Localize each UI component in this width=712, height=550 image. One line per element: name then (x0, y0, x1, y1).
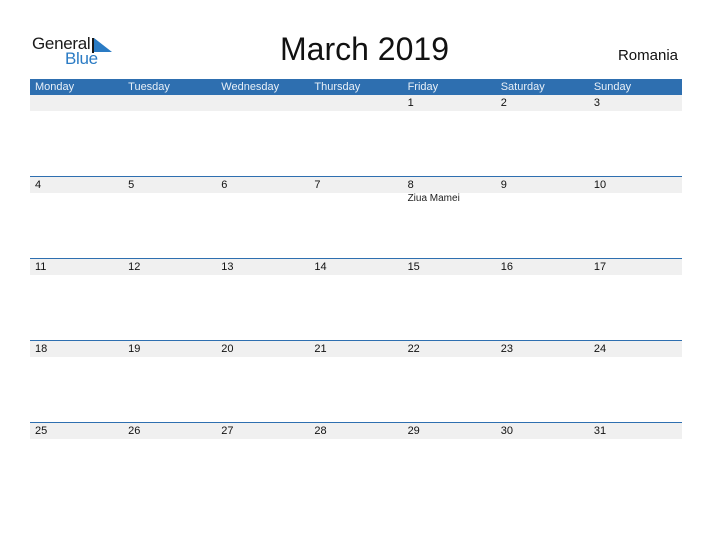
country-label: Romania (617, 47, 678, 64)
day-number: 20 (221, 343, 234, 355)
day-number: 26 (128, 425, 141, 437)
weekday-header: Monday (35, 81, 75, 93)
weekday-header: Wednesday (221, 81, 280, 93)
day-number: 15 (407, 261, 420, 273)
date-band: 18 19 20 21 22 23 24 (30, 341, 682, 357)
day-number (30, 95, 123, 111)
date-band: 4 5 6 7 8 9 10 (30, 177, 682, 193)
day-event (309, 193, 402, 205)
day-number: 21 (314, 343, 327, 355)
day-number: 13 (221, 261, 234, 273)
day-number (123, 95, 216, 111)
day-number: 31 (593, 425, 607, 437)
day-number: 17 (593, 261, 607, 273)
day-number: 7 (314, 179, 321, 191)
week-row: 18 19 20 21 22 23 24 (30, 340, 682, 422)
day-event (496, 193, 589, 205)
weekday-header: Saturday (500, 81, 545, 93)
weekday-header-row: Monday Tuesday Wednesday Thursday Friday… (30, 79, 682, 95)
day-number: 11 (35, 261, 47, 273)
day-number: 30 (500, 425, 513, 437)
day-number (309, 95, 402, 111)
day-number: 19 (128, 343, 141, 355)
weekday-header: Tuesday (128, 81, 170, 93)
day-number: 9 (500, 179, 507, 191)
day-number: 5 (128, 179, 135, 191)
day-number: 16 (500, 261, 513, 273)
week-row: 4 5 6 7 8 9 10 Ziua Mamei (30, 176, 682, 258)
day-number: 6 (221, 179, 228, 191)
day-number: 24 (593, 343, 607, 355)
day-number: 3 (593, 97, 600, 109)
events-row: Ziua Mamei (30, 193, 682, 205)
day-number: 25 (35, 425, 48, 437)
day-event (30, 193, 123, 205)
day-number: 22 (407, 343, 420, 355)
date-band: 1 2 3 (30, 95, 682, 111)
day-event (589, 193, 682, 205)
week-row: 11 12 13 14 15 16 17 (30, 258, 682, 340)
day-number: 28 (314, 425, 327, 437)
day-number: 23 (500, 343, 513, 355)
day-number: 14 (314, 261, 327, 273)
week-row: 1 2 3 (30, 95, 682, 176)
day-number: 27 (221, 425, 234, 437)
day-number: 18 (35, 343, 48, 355)
day-number (216, 95, 309, 111)
day-number: 1 (407, 97, 414, 109)
calendar-grid: Monday Tuesday Wednesday Thursday Friday… (30, 79, 682, 504)
day-number: 29 (407, 425, 420, 437)
day-number: 4 (35, 179, 42, 191)
weekday-header: Sunday (593, 81, 632, 93)
generalblue-logo: General Blue (32, 34, 122, 70)
page-title: March 2019 (280, 31, 449, 67)
logo-triangle-icon (94, 38, 112, 52)
day-number: 8 (407, 179, 414, 191)
week-row: 25 26 27 28 29 30 31 (30, 422, 682, 504)
weekday-header: Thursday (314, 81, 361, 93)
weekday-header: Friday (407, 81, 439, 93)
date-band: 25 26 27 28 29 30 31 (30, 423, 682, 439)
day-event: Ziua Mamei (407, 193, 460, 204)
day-number: 10 (593, 179, 607, 191)
date-band: 11 12 13 14 15 16 17 (30, 259, 682, 275)
day-event (216, 193, 309, 205)
day-event (123, 193, 216, 205)
day-number: 2 (500, 97, 507, 109)
day-number: 12 (128, 261, 141, 273)
